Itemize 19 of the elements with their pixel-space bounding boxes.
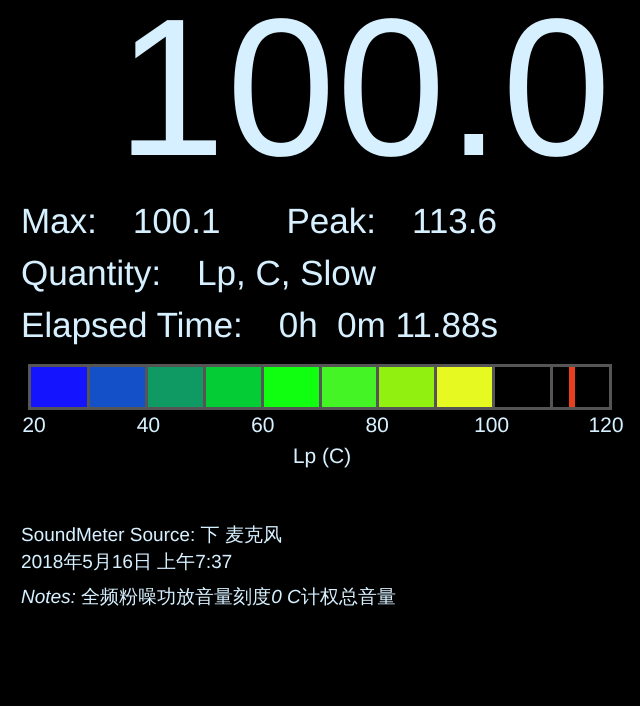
stat-label: Peak: (286, 201, 376, 243)
scale-tick-label: 40 (136, 413, 160, 439)
source-text: SoundMeter Source: 下 麦克风 (21, 524, 283, 548)
stat-value: 100.1 (132, 201, 220, 243)
elapsed-time-value: 0h 0m 11.88s (278, 305, 498, 347)
elapsed-time-label: Elapsed Time: (21, 305, 243, 347)
scale-tick-label: 80 (366, 413, 389, 439)
scale-tick-label: 100 (474, 413, 510, 439)
date-text: 2018年5月16日 上午7:37 (21, 551, 234, 575)
notes-text: Notes: 全频粉噪功放音量刻度0 C计权总音量 (21, 586, 397, 610)
stat-value: 113.6 (412, 201, 497, 243)
scale-tick-label: 60 (251, 413, 274, 439)
axis-label: Lp (C) (292, 444, 352, 470)
scale-tick-label: 20 (22, 413, 46, 439)
sound-level-reading: 100.0 (116, 2, 613, 174)
scale-tick-label: 120 (588, 413, 624, 439)
stat-label: Max: (21, 201, 97, 243)
quantity-value: Lp, C, Slow (197, 253, 376, 295)
quantity-label: Quantity: (21, 253, 162, 295)
